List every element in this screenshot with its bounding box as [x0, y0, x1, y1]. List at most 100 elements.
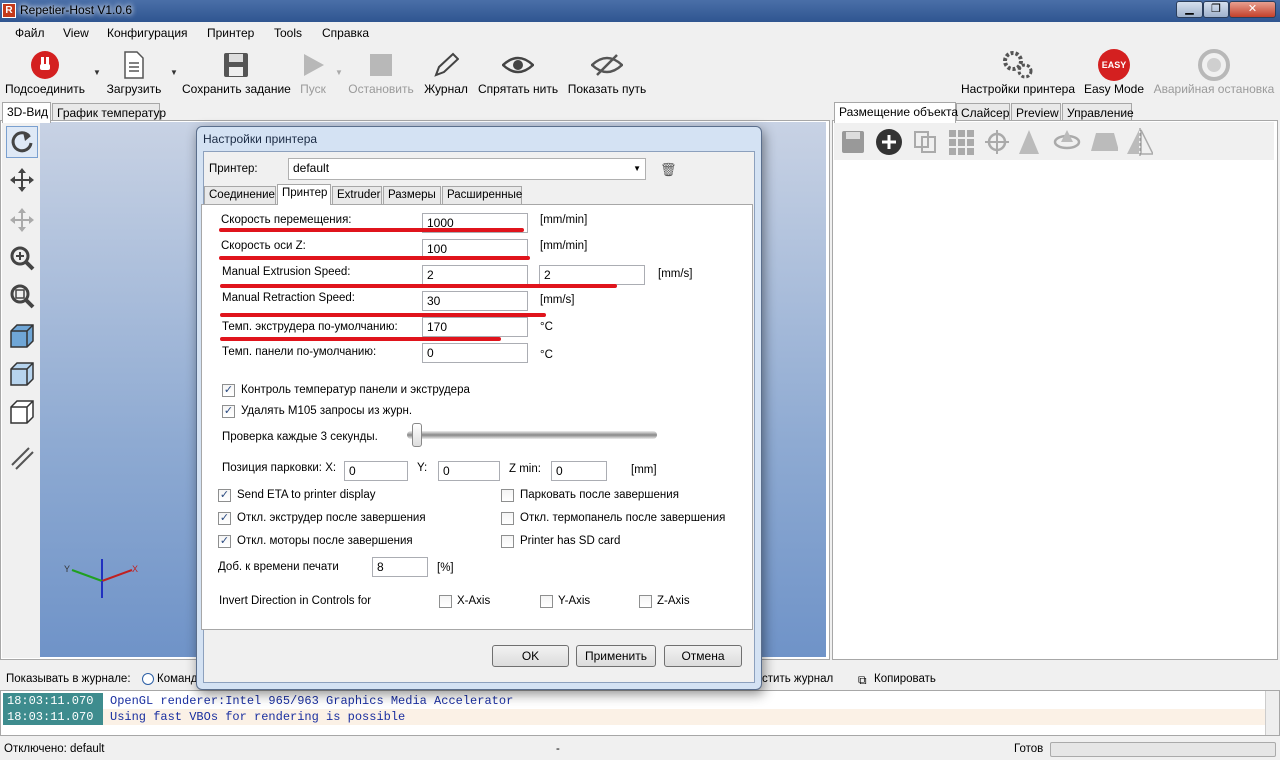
- hide-thread-button[interactable]: Спрятать нить: [478, 48, 558, 96]
- extrusion-speed-unit: [mm/s]: [658, 268, 693, 280]
- tab-connection[interactable]: Соединение: [204, 186, 276, 205]
- clear-log-button[interactable]: стить журнал: [762, 673, 833, 685]
- fit-view-icon[interactable]: [6, 280, 38, 312]
- zoom-icon[interactable]: [6, 242, 38, 274]
- tab-extruder[interactable]: Extruder: [332, 186, 382, 205]
- pencil-icon: [430, 48, 462, 82]
- printer-select[interactable]: default ▼: [288, 158, 646, 180]
- invert-z-checkbox[interactable]: [639, 595, 652, 608]
- tab-object-placement[interactable]: Размещение объекта: [834, 102, 958, 123]
- log-scrollbar[interactable]: [1265, 691, 1279, 735]
- apply-button[interactable]: Применить: [576, 645, 656, 667]
- log-row: 18:03:11.070 OpenGL renderer:Intel 965/96…: [3, 693, 1265, 709]
- connect-button[interactable]: Подсоединить: [4, 48, 86, 96]
- extrusion-speed-input[interactable]: 2: [422, 265, 528, 285]
- easy-mode-button[interactable]: EASY Easy Mode: [1084, 48, 1144, 96]
- menu-file[interactable]: Файл: [15, 26, 45, 40]
- top-view-icon[interactable]: [6, 396, 38, 428]
- start-dropdown-icon[interactable]: ▼: [335, 68, 343, 77]
- emergency-stop-button[interactable]: Аварийная остановка: [1153, 48, 1275, 96]
- tab-advanced[interactable]: Расширенные: [442, 186, 522, 205]
- invert-y-checkbox[interactable]: [540, 595, 553, 608]
- show-path-button[interactable]: Показать путь: [567, 48, 647, 96]
- move-object-icon[interactable]: [6, 204, 38, 236]
- park-after-checkbox[interactable]: [501, 489, 514, 502]
- disable-bed-checkbox[interactable]: [501, 512, 514, 525]
- retraction-speed-input[interactable]: 30: [422, 291, 528, 311]
- close-window-button[interactable]: ✕: [1229, 1, 1276, 18]
- eye-slash-icon: [591, 48, 623, 82]
- disable-motors-label: Откл. моторы после завершения: [237, 535, 413, 547]
- view-sidebar: [2, 120, 40, 658]
- tab-dimensions[interactable]: Размеры: [383, 186, 441, 205]
- commands-radio[interactable]: [142, 673, 154, 685]
- front-view-icon[interactable]: [6, 358, 38, 390]
- z-speed-label: Скорость оси Z:: [221, 240, 306, 252]
- menu-tools[interactable]: Tools: [274, 26, 302, 40]
- park-y-input[interactable]: 0: [438, 461, 500, 481]
- tab-3d-view[interactable]: 3D-Вид: [2, 102, 51, 123]
- add-time-input[interactable]: 8: [372, 557, 428, 577]
- send-eta-checkbox[interactable]: ✓: [218, 489, 231, 502]
- disable-motors-checkbox[interactable]: ✓: [218, 535, 231, 548]
- menu-help[interactable]: Справка: [322, 26, 369, 40]
- remove-m105-checkbox[interactable]: ✓: [222, 405, 235, 418]
- check-interval-label: Проверка каждые 3 секунды.: [222, 431, 378, 443]
- invert-y-label: Y-Axis: [558, 595, 591, 607]
- iso-view-icon[interactable]: [6, 320, 38, 352]
- center-object-icon[interactable]: [983, 128, 1011, 156]
- load-button[interactable]: Загрузить: [104, 48, 164, 96]
- scale-object-icon[interactable]: [1015, 128, 1043, 156]
- ok-button[interactable]: OK: [492, 645, 569, 667]
- journal-button[interactable]: Журнал: [423, 48, 469, 96]
- interval-slider-track[interactable]: [407, 431, 657, 439]
- extrusion-speed-input-2[interactable]: 2: [539, 265, 645, 285]
- park-z-input[interactable]: 0: [551, 461, 607, 481]
- log-time: 18:03:11.070: [3, 693, 103, 709]
- easy-badge: EASY: [1098, 49, 1130, 81]
- play-icon: [297, 48, 329, 82]
- stop-button[interactable]: Остановить: [348, 48, 414, 96]
- maximize-button[interactable]: ❐: [1203, 1, 1229, 18]
- mirror-object-icon[interactable]: [1125, 128, 1153, 156]
- invert-x-checkbox[interactable]: [439, 595, 452, 608]
- cancel-button[interactable]: Отмена: [664, 645, 742, 667]
- copy-object-icon[interactable]: [911, 128, 939, 156]
- cut-object-icon[interactable]: [1090, 128, 1118, 156]
- disable-extruder-checkbox[interactable]: ✓: [218, 512, 231, 525]
- parallel-lines-icon[interactable]: [6, 442, 38, 474]
- check-temp-checkbox[interactable]: ✓: [222, 384, 235, 397]
- copy-log-button[interactable]: Копировать: [874, 673, 936, 685]
- load-dropdown-icon[interactable]: ▼: [170, 68, 178, 77]
- save-job-button[interactable]: Сохранить задание: [182, 48, 291, 96]
- bed-temp-input[interactable]: 0: [422, 343, 528, 363]
- start-label: Пуск: [300, 82, 326, 96]
- rotate-object-icon[interactable]: [1053, 128, 1081, 156]
- tab-printer[interactable]: Принтер: [277, 184, 331, 205]
- red-underline: [219, 228, 524, 232]
- delete-printer-icon[interactable]: 🗑: [660, 162, 677, 178]
- travel-speed-unit: [mm/min]: [540, 214, 588, 226]
- park-x-input[interactable]: 0: [344, 461, 408, 481]
- menu-printer[interactable]: Принтер: [207, 26, 254, 40]
- printer-settings-button[interactable]: Настройки принтера: [960, 48, 1076, 96]
- start-button[interactable]: Пуск: [296, 48, 330, 96]
- reset-view-icon[interactable]: [6, 126, 38, 158]
- grid-arrange-icon[interactable]: [947, 128, 975, 156]
- minimize-button[interactable]: ▁: [1176, 1, 1203, 18]
- interval-slider-thumb[interactable]: [412, 423, 422, 447]
- extruder-temp-input[interactable]: 170: [422, 317, 528, 337]
- log-text: Using fast VBOs for rendering is possibl…: [110, 710, 406, 724]
- add-object-icon[interactable]: [875, 128, 903, 156]
- log-area[interactable]: 18:03:11.070 OpenGL renderer:Intel 965/96…: [0, 690, 1280, 736]
- sd-card-checkbox[interactable]: [501, 535, 514, 548]
- move-icon[interactable]: [6, 164, 38, 196]
- journal-label: Журнал: [424, 82, 468, 96]
- connect-dropdown-icon[interactable]: ▼: [93, 68, 101, 77]
- connect-label: Подсоединить: [4, 82, 86, 96]
- dialog-title: Настройки принтера: [203, 132, 318, 146]
- menu-view[interactable]: View: [63, 26, 89, 40]
- menu-config[interactable]: Конфигурация: [107, 26, 188, 40]
- save-object-icon[interactable]: [839, 128, 867, 156]
- add-time-unit: [%]: [437, 562, 454, 574]
